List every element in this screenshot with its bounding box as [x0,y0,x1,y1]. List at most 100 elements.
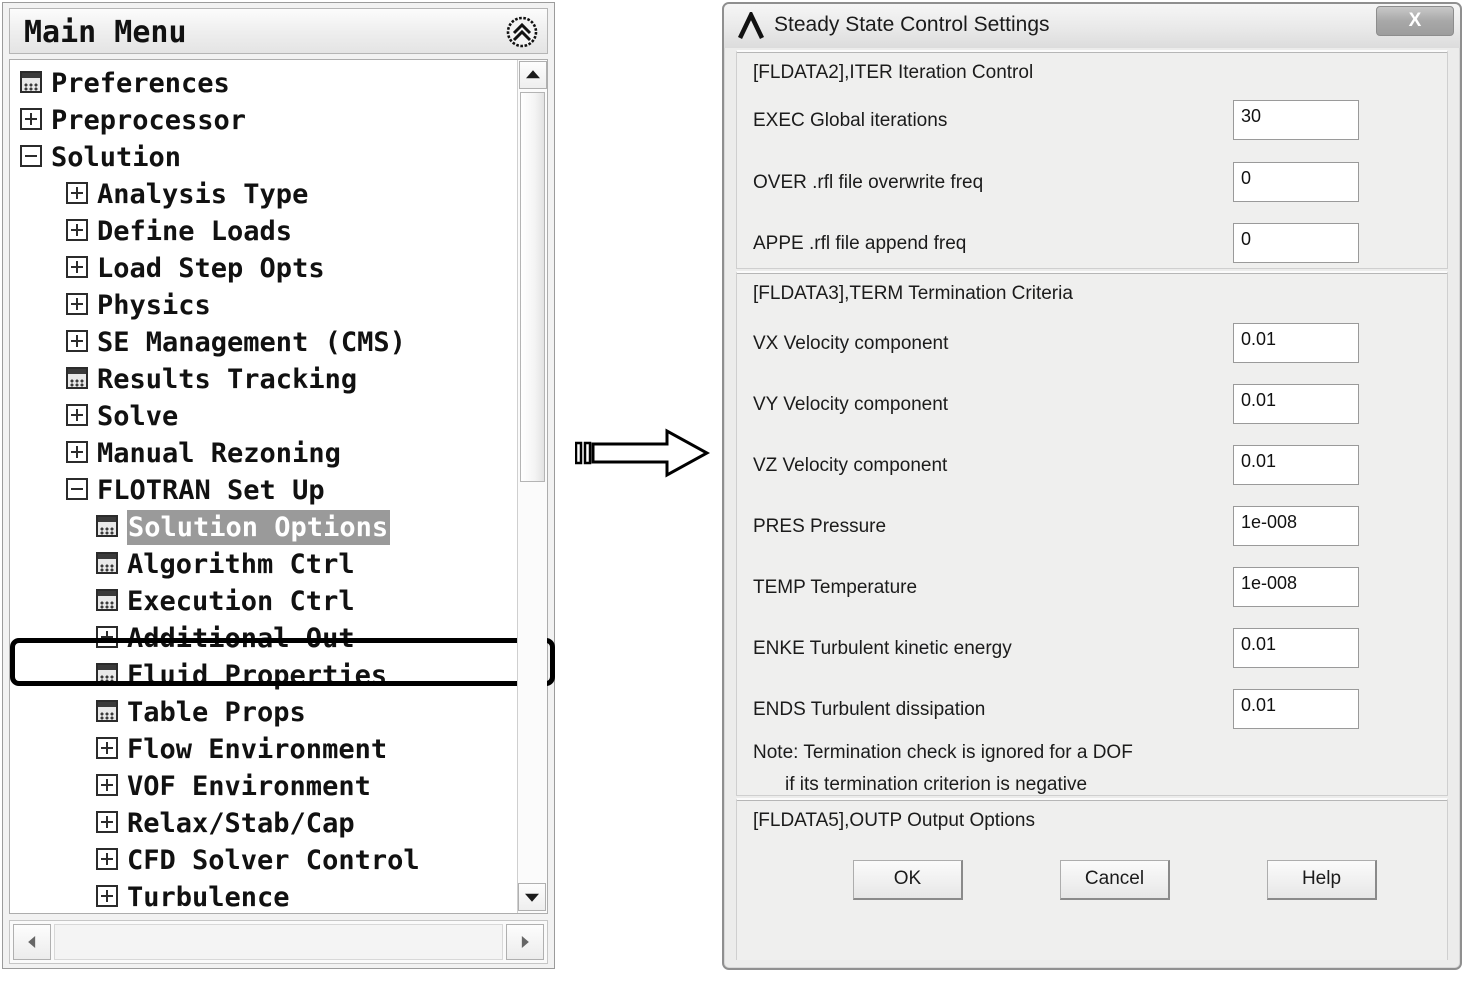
field-row: ENDS Turbulent dissipation 0.01 [737,689,1447,735]
expand-plus-icon[interactable] [96,773,118,796]
tree-item-execution-ctrl[interactable]: Execution Ctrl [10,582,517,619]
vx-velocity-input[interactable]: 0.01 [1233,323,1359,363]
termination-criteria-section: [FLDATA3],TERM Termination Criteria VX V… [736,271,1448,796]
tree-item-turbulence[interactable]: Turbulence [10,878,517,913]
collapse-minus-icon[interactable] [66,477,88,500]
expand-plus-icon[interactable] [96,736,118,759]
collapse-minus-icon[interactable] [20,144,42,167]
tree-item-label: Execution Ctrl [127,586,355,617]
tree-leaf-icon[interactable] [96,588,118,611]
pressure-input[interactable]: 1e-008 [1233,506,1359,546]
tree-item-preferences[interactable]: Preferences [10,64,517,101]
tree-item-label: Results Tracking [97,364,358,395]
tree-item-table-props[interactable]: Table Props [10,693,517,730]
tree-item-cfd-solver-control[interactable]: CFD Solver Control [10,841,517,878]
tree-item-relax-stab-cap[interactable]: Relax/Stab/Cap [10,804,517,841]
rfl-append-freq-input[interactable]: 0 [1233,223,1359,263]
tree-item-label: Algorithm Ctrl [127,549,355,580]
horizontal-scroll-thumb[interactable] [54,924,503,960]
ansys-lambda-logo-icon [737,9,765,40]
tree-item-analysis-type[interactable]: Analysis Type [10,175,517,212]
expand-plus-icon[interactable] [66,218,88,241]
tree-item-label: Solution Options [127,510,391,545]
help-button[interactable]: Help [1267,860,1377,900]
scroll-down-button[interactable] [518,883,546,911]
vy-velocity-input[interactable]: 0.01 [1233,384,1359,424]
tree-item-label: Define Loads [97,216,293,247]
field-row: VX Velocity component 0.01 [737,323,1447,369]
vertical-scroll-thumb[interactable] [520,92,545,482]
tree-item-vof-environment[interactable]: VOF Environment [10,767,517,804]
tree-leaf-icon[interactable] [96,514,118,537]
turbulent-dissipation-input[interactable]: 0.01 [1233,689,1359,729]
main-menu-tree[interactable]: Preferences Preprocessor Solution Analysis … [10,60,517,913]
tree-leaf-icon[interactable] [96,662,118,685]
tree-item-manual-rezoning[interactable]: Manual Rezoning [10,434,517,471]
tree-item-label: VOF Environment [127,771,371,802]
iteration-control-section: [FLDATA2],ITER Iteration Control EXEC Gl… [736,50,1448,269]
expand-plus-icon[interactable] [66,292,88,315]
expand-plus-icon[interactable] [66,329,88,352]
turbulent-kinetic-energy-input[interactable]: 0.01 [1233,628,1359,668]
tree-vertical-scrollbar[interactable] [517,60,547,913]
main-menu-tree-frame: Preferences Preprocessor Solution Analysis … [9,59,555,914]
tree-horizontal-scrollbar[interactable] [9,920,548,964]
close-icon[interactable]: X [1376,6,1454,36]
tree-item-results-tracking[interactable]: Results Tracking [10,360,517,397]
tree-item-label: Turbulence [127,882,290,913]
tree-item-label: Preferences [51,68,230,99]
temperature-input[interactable]: 1e-008 [1233,567,1359,607]
expand-plus-icon[interactable] [96,810,118,833]
expand-plus-icon[interactable] [66,181,88,204]
scroll-up-button[interactable] [518,61,547,89]
expand-plus-icon[interactable] [96,884,118,907]
tree-item-solution[interactable]: Solution [10,138,517,175]
tree-item-label: CFD Solver Control [127,845,420,876]
tree-leaf-icon[interactable] [96,551,118,574]
tree-item-fluid-properties[interactable]: Fluid Properties [10,656,517,693]
field-row: EXEC Global iterations 30 [737,100,1447,146]
tree-item-load-step-opts[interactable]: Load Step Opts [10,249,517,286]
tree-item-label: Table Props [127,697,306,728]
scroll-left-button[interactable] [13,924,51,960]
tree-leaf-icon[interactable] [66,366,88,389]
expand-plus-icon[interactable] [20,107,42,130]
expand-plus-icon[interactable] [66,440,88,463]
section-heading: [FLDATA2],ITER Iteration Control [753,62,1034,83]
expand-plus-icon[interactable] [96,847,118,870]
field-label: EXEC Global iterations [753,110,948,131]
global-iterations-input[interactable]: 30 [1233,100,1359,140]
expand-plus-icon[interactable] [66,255,88,278]
cancel-button[interactable]: Cancel [1060,860,1170,900]
tree-item-physics[interactable]: Physics [10,286,517,323]
tree-item-flow-environment[interactable]: Flow Environment [10,730,517,767]
main-menu-titlebar: Main Menu [9,8,548,54]
main-menu-title: Main Menu [24,15,187,50]
tree-item-flotran-set-up[interactable]: FLOTRAN Set Up [10,471,517,508]
tree-item-solve[interactable]: Solve [10,397,517,434]
tree-item-label: Flow Environment [127,734,388,765]
tree-item-additional-out[interactable]: Additional Out [10,619,517,656]
tree-item-preprocessor[interactable]: Preprocessor [10,101,517,138]
section-heading: [FLDATA3],TERM Termination Criteria [753,283,1073,304]
field-label: VZ Velocity component [753,455,948,476]
tree-item-define-loads[interactable]: Define Loads [10,212,517,249]
tree-item-label: Preprocessor [51,105,247,136]
double-chevron-up-icon[interactable] [505,15,539,49]
tree-leaf-icon[interactable] [20,70,42,93]
field-row: APPE .rfl file append freq 0 [737,223,1447,269]
tree-item-solution-options[interactable]: Solution Options [10,508,517,545]
rfl-overwrite-freq-input[interactable]: 0 [1233,162,1359,202]
tree-item-se-management-cms[interactable]: SE Management (CMS) [10,323,517,360]
field-row: OVER .rfl file overwrite freq 0 [737,162,1447,208]
scroll-right-button[interactable] [506,924,544,960]
tree-item-algorithm-ctrl[interactable]: Algorithm Ctrl [10,545,517,582]
expand-plus-icon[interactable] [96,625,118,648]
tree-leaf-icon[interactable] [96,699,118,722]
field-row: VZ Velocity component 0.01 [737,445,1447,491]
vz-velocity-input[interactable]: 0.01 [1233,445,1359,485]
field-label: TEMP Temperature [753,577,918,598]
expand-plus-icon[interactable] [66,403,88,426]
ok-button[interactable]: OK [853,860,963,900]
dialog-titlebar[interactable]: Steady State Control Settings X [724,4,1460,48]
